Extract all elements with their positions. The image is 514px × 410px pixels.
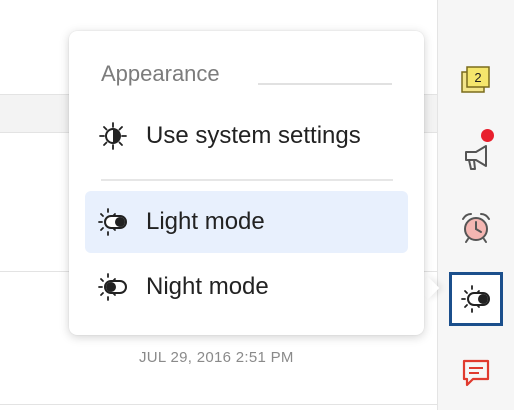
notification-dot bbox=[481, 129, 494, 142]
menu-title: Appearance bbox=[101, 61, 220, 86]
megaphone-icon bbox=[465, 145, 487, 170]
chat-icon bbox=[462, 359, 490, 387]
light-mode-icon bbox=[98, 208, 127, 236]
appearance-menu: Appearance Use system settings Light mod… bbox=[69, 31, 424, 335]
menu-item-label: Use system settings bbox=[146, 122, 361, 149]
right-toolbar: 2 bbox=[437, 0, 514, 410]
announcements-button[interactable] bbox=[449, 129, 503, 183]
notes-button[interactable]: 2 bbox=[449, 54, 503, 108]
chat-button[interactable] bbox=[449, 346, 503, 400]
notes-badge: 2 bbox=[474, 70, 481, 85]
menu-item-light-mode[interactable]: Light mode bbox=[85, 191, 408, 253]
menu-item-system-settings[interactable]: Use system settings bbox=[85, 105, 408, 167]
appearance-toggle-icon bbox=[461, 285, 490, 313]
system-settings-icon bbox=[99, 122, 127, 150]
row-divider bbox=[0, 404, 437, 405]
timestamp: JUL 29, 2016 2:51 PM bbox=[139, 349, 294, 366]
alarm-clock-icon bbox=[462, 213, 490, 243]
menu-divider bbox=[101, 179, 393, 181]
menu-item-label: Light mode bbox=[146, 208, 265, 235]
menu-item-night-mode[interactable]: Night mode bbox=[85, 256, 408, 318]
notes-icon: 2 bbox=[461, 66, 490, 93]
menu-item-label: Night mode bbox=[146, 273, 269, 300]
night-mode-icon bbox=[98, 273, 127, 301]
reminders-button[interactable] bbox=[449, 200, 503, 254]
appearance-button[interactable] bbox=[449, 272, 503, 326]
title-rule bbox=[258, 83, 392, 85]
